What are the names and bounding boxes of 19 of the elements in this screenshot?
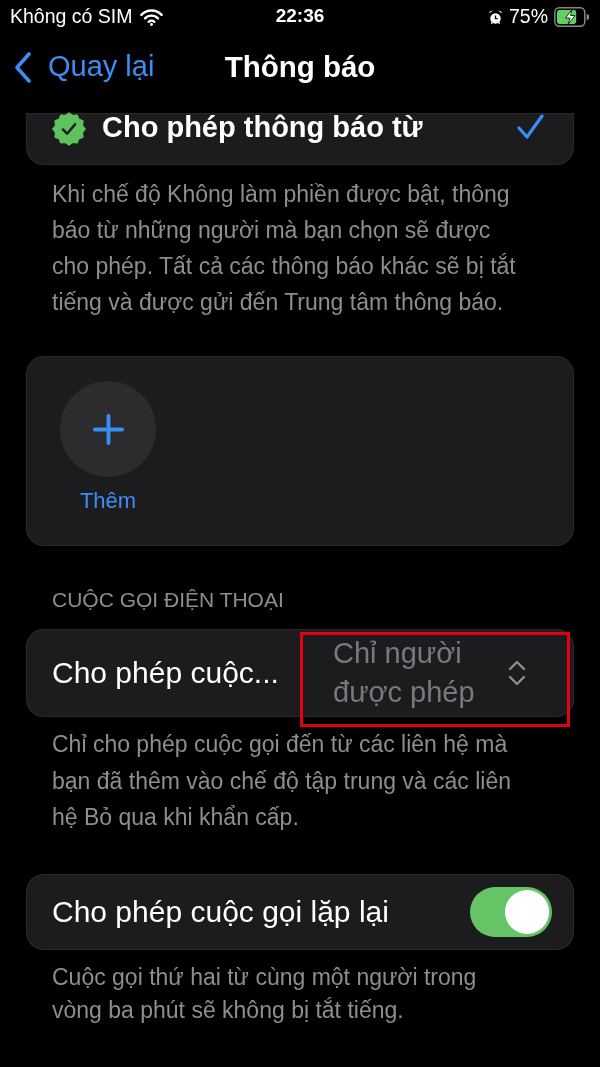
footer-note: Cuộc gọi thứ hai từ cùng một người trong vòng ba phút sẽ không bị tắt tiếng. (51, 962, 478, 1025)
option-label[interactable]: Cho phép thông báo từ (102, 110, 423, 144)
option-label: Cho phép cuộc gọi lặp lại (52, 894, 389, 929)
add-label[interactable]: Thêm (79, 488, 137, 514)
footer-note: Khi chế độ Không làm phiền được bật, thông báo từ những người mà bạn chọn sẽ được cho phép. Tất cả các thông báo khác sẽ bị tắt tiếng và được gửi đến Trung tâm thông báo. (51, 180, 517, 317)
toggle-switch[interactable] (470, 886, 552, 937)
option-label: Cho phép cuộc... (52, 656, 279, 690)
page-title: Thông báo (224, 48, 376, 85)
battery-percent: 75% (508, 3, 548, 29)
plus-icon (91, 412, 125, 446)
popup-button[interactable]: Chỉ người được phép (300, 629, 570, 717)
footer-note: Chỉ cho phép cuộc gọi đến từ các liên hệ mà bạn đã thêm vào chế độ tập trung và các liên hệ Bỏ qua khi khẩn cấp. (51, 730, 513, 832)
up-down-chevron-icon (508, 660, 526, 686)
back-button[interactable]: Quay lại (14, 45, 155, 89)
section-header: CUỘC GỌI ĐIỆN THOẠI (52, 588, 285, 612)
back-chevron-icon (14, 51, 32, 83)
clock-time: 22:36 (275, 4, 325, 29)
carrier-text: Không có SIM (10, 3, 133, 29)
wifi-icon (140, 7, 164, 26)
